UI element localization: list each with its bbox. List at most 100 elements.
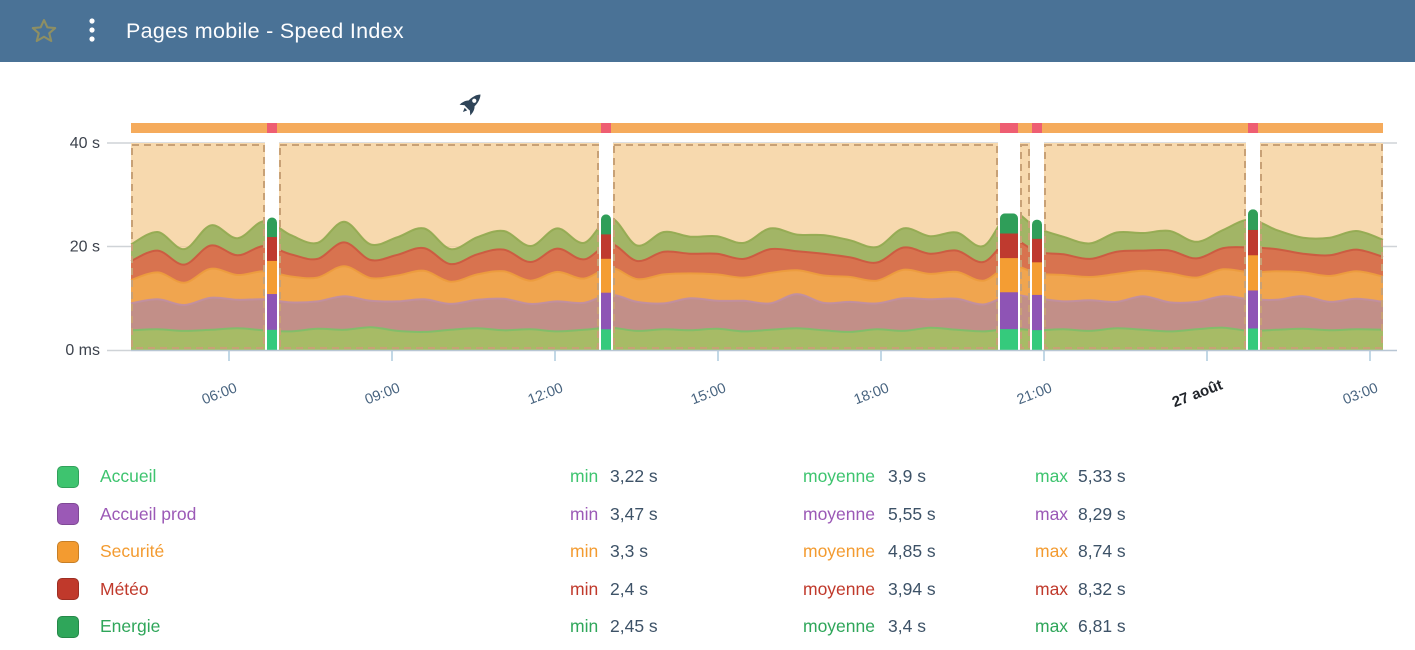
avg-value: 3,9 s xyxy=(888,466,1035,487)
legend-series-label[interactable]: Energie xyxy=(79,616,570,637)
stripe-segment-Accueil xyxy=(601,328,611,351)
stripe-segment-Accueil prod xyxy=(1248,289,1258,328)
max-value: 8,29 s xyxy=(1078,504,1415,525)
legend-row-3: Securitémin3,3 smoyenne4,85 smax8,74 s xyxy=(57,533,1415,571)
x-tick-label: 12:00 xyxy=(526,380,566,408)
y-tick-label: 20 s xyxy=(70,239,100,256)
avg-label: moyenne xyxy=(803,541,888,562)
avg-label: moyenne xyxy=(803,504,888,525)
stripe-segment-Accueil prod xyxy=(1032,294,1042,330)
stripe-segment-Energie xyxy=(1248,209,1258,230)
legend-series-label[interactable]: Accueil xyxy=(79,466,570,487)
legend-row-4: Météomin2,4 smoyenne3,94 smax8,32 s xyxy=(57,571,1415,609)
avg-value: 3,4 s xyxy=(888,616,1035,637)
stripe-segment-Securité xyxy=(267,260,277,294)
x-tick-label: 03:00 xyxy=(1341,380,1381,408)
stripe-segment-Accueil prod xyxy=(267,293,277,330)
min-value: 3,3 s xyxy=(610,541,803,562)
stripe-segment-Accueil xyxy=(1032,329,1042,351)
stripe-segment-Météo xyxy=(1000,233,1018,259)
max-label: max xyxy=(1035,504,1078,525)
kebab-vertical-icon xyxy=(88,16,96,46)
legend-swatch[interactable] xyxy=(57,466,79,488)
max-value: 5,33 s xyxy=(1078,466,1415,487)
max-label: max xyxy=(1035,466,1078,487)
min-value: 3,47 s xyxy=(610,504,803,525)
x-tick-label: 09:00 xyxy=(363,380,403,408)
incident-segment[interactable] xyxy=(267,123,277,133)
max-value: 6,81 s xyxy=(1078,616,1415,637)
avg-value: 5,55 s xyxy=(888,504,1035,525)
stripe-segment-Accueil prod xyxy=(1000,291,1018,329)
legend-series-label[interactable]: Accueil prod xyxy=(79,504,570,525)
incident-segment[interactable] xyxy=(1248,123,1258,133)
max-value: 8,74 s xyxy=(1078,541,1415,562)
max-label: max xyxy=(1035,579,1078,600)
x-tick-label: 21:00 xyxy=(1015,380,1055,408)
stripe-segment-Accueil xyxy=(1000,328,1018,351)
min-value: 3,22 s xyxy=(610,466,803,487)
y-tick-label: 40 s xyxy=(70,135,100,152)
incident-stripe xyxy=(267,218,277,351)
stripe-segment-Accueil prod xyxy=(601,292,611,330)
incident-stripe xyxy=(1248,209,1258,351)
stripe-segment-Securité xyxy=(1032,261,1042,295)
legend-row-1: Accueilmin3,22 smoyenne3,9 smax5,33 s xyxy=(57,458,1415,496)
stripe-segment-Météo xyxy=(601,233,611,258)
stripe-segment-Accueil xyxy=(1248,327,1258,351)
min-label: min xyxy=(570,466,610,487)
avg-value: 3,94 s xyxy=(888,579,1035,600)
min-label: min xyxy=(570,616,610,637)
incident-segment[interactable] xyxy=(1000,123,1018,133)
min-label: min xyxy=(570,504,610,525)
incident-stripe xyxy=(601,214,611,351)
star-icon xyxy=(30,17,58,45)
avg-label: moyenne xyxy=(803,466,888,487)
x-tick-label: 15:00 xyxy=(689,380,729,408)
stripe-segment-Securité xyxy=(1248,254,1258,290)
min-value: 2,45 s xyxy=(610,616,803,637)
stripe-segment-Météo xyxy=(267,236,277,261)
legend-swatch[interactable] xyxy=(57,541,79,563)
min-label: min xyxy=(570,579,610,600)
incident-stripe xyxy=(1032,220,1042,351)
y-tick-label: 0 ms xyxy=(65,342,100,359)
favorite-star-button[interactable] xyxy=(30,17,58,45)
stripe-segment-Météo xyxy=(1032,238,1042,262)
legend-series-label[interactable]: Météo xyxy=(79,579,570,600)
stripe-segment-Securité xyxy=(601,258,611,293)
status-timeline xyxy=(131,123,1383,133)
legend-row-5: Energiemin2,45 smoyenne3,4 smax6,81 s xyxy=(57,608,1415,646)
legend-swatch[interactable] xyxy=(57,578,79,600)
x-tick-label: 06:00 xyxy=(200,380,240,408)
page-title: Pages mobile - Speed Index xyxy=(126,19,404,44)
stripe-segment-Securité xyxy=(1000,257,1018,292)
chart-area: 40 s 20 s 0 ms 06:00 09:00 12:00 15:00 18:00 21:… xyxy=(0,62,1415,457)
stripe-segment-Météo xyxy=(1248,229,1258,255)
min-label: min xyxy=(570,541,610,562)
menu-kebab-button[interactable] xyxy=(82,16,102,46)
min-value: 2,4 s xyxy=(610,579,803,600)
stripe-segment-Accueil xyxy=(267,329,277,351)
legend-swatch[interactable] xyxy=(57,503,79,525)
speed-index-chart: 40 s 20 s 0 ms 06:00 09:00 12:00 15:00 18:00 21:… xyxy=(0,62,1415,457)
max-value: 8,32 s xyxy=(1078,579,1415,600)
legend-swatch[interactable] xyxy=(57,616,79,638)
max-label: max xyxy=(1035,541,1078,562)
avg-value: 4,85 s xyxy=(888,541,1035,562)
stripe-segment-Energie xyxy=(1032,220,1042,239)
avg-label: moyenne xyxy=(803,579,888,600)
legend-table: Accueilmin3,22 smoyenne3,9 smax5,33 sAcc… xyxy=(0,457,1415,646)
stripe-segment-Energie xyxy=(1000,213,1018,233)
incident-stripe xyxy=(1000,213,1018,351)
panel-header: Pages mobile - Speed Index xyxy=(0,0,1415,62)
incident-segment[interactable] xyxy=(601,123,611,133)
rocket-icon xyxy=(458,89,486,117)
x-tick-label: 18:00 xyxy=(852,380,892,408)
legend-row-2: Accueil prodmin3,47 smoyenne5,55 smax8,2… xyxy=(57,496,1415,534)
stripe-segment-Energie xyxy=(267,218,277,238)
x-tick-label: 27 août xyxy=(1170,376,1225,411)
legend-series-label[interactable]: Securité xyxy=(79,541,570,562)
max-label: max xyxy=(1035,616,1078,637)
incident-segment[interactable] xyxy=(1032,123,1042,133)
